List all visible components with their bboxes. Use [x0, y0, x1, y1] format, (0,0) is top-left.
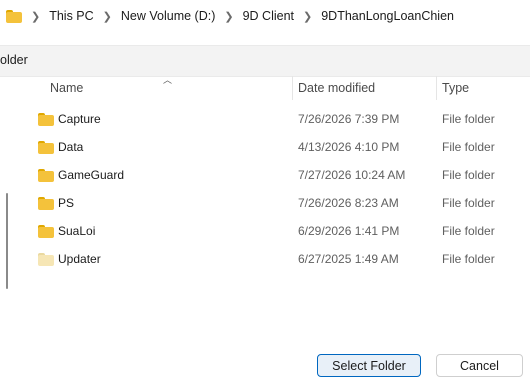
- column-header: ︿ Name Date modified Type: [18, 75, 530, 100]
- item-date: 6/27/2025 1:49 AM: [298, 252, 399, 266]
- breadcrumb-new-volume[interactable]: New Volume (D:): [121, 9, 215, 23]
- chevron-right-icon[interactable]: ❯: [103, 10, 112, 23]
- sort-ascending-icon: ︿: [163, 75, 173, 85]
- item-date: 7/27/2026 10:24 AM: [298, 168, 406, 182]
- breadcrumb-9d-client[interactable]: 9D Client: [243, 9, 294, 23]
- item-date: 4/13/2026 4:10 PM: [298, 140, 400, 154]
- folder-icon: [6, 9, 22, 23]
- list-item[interactable]: Updater 6/27/2025 1:49 AM File folder: [18, 246, 530, 272]
- item-type: File folder: [442, 140, 495, 154]
- column-type-header[interactable]: Type: [442, 81, 469, 95]
- item-type: File folder: [442, 196, 495, 210]
- select-folder-button[interactable]: Select Folder: [317, 354, 421, 377]
- item-date: 7/26/2026 7:39 PM: [298, 112, 400, 126]
- command-bar: older: [0, 45, 530, 77]
- column-name-header[interactable]: Name: [50, 81, 83, 95]
- item-date: 6/29/2026 1:41 PM: [298, 224, 400, 238]
- address-bar[interactable]: ❯ This PC ❯ New Volume (D:) ❯ 9D Client …: [0, 0, 530, 32]
- cancel-button[interactable]: Cancel: [436, 354, 523, 377]
- list-item[interactable]: GameGuard 7/27/2026 10:24 AM File folder: [18, 162, 530, 188]
- item-name: Capture: [58, 112, 101, 126]
- folder-icon: [38, 113, 54, 126]
- breadcrumb-this-pc[interactable]: This PC: [49, 9, 93, 23]
- item-type: File folder: [442, 224, 495, 238]
- item-name: SuaLoi: [58, 224, 96, 238]
- item-type: File folder: [442, 112, 495, 126]
- chevron-right-icon[interactable]: ❯: [224, 10, 233, 23]
- folder-icon: [38, 225, 54, 238]
- list-item[interactable]: SuaLoi 6/29/2026 1:41 PM File folder: [18, 218, 530, 244]
- list-item[interactable]: Capture 7/26/2026 7:39 PM File folder: [18, 106, 530, 132]
- chevron-right-icon[interactable]: ❯: [303, 10, 312, 23]
- nav-pane-scrollbar[interactable]: [6, 193, 8, 289]
- item-type: File folder: [442, 168, 495, 182]
- column-divider[interactable]: [292, 76, 293, 100]
- item-name: GameGuard: [58, 168, 125, 182]
- folder-icon: [38, 197, 54, 210]
- list-item[interactable]: Data 4/13/2026 4:10 PM File folder: [18, 134, 530, 160]
- column-divider[interactable]: [436, 76, 437, 100]
- item-date: 7/26/2026 8:23 AM: [298, 196, 399, 210]
- folder-icon: [38, 141, 54, 154]
- item-type: File folder: [442, 252, 495, 266]
- breadcrumb-current-folder[interactable]: 9DThanLongLoanChien: [321, 9, 454, 23]
- item-name: Data: [58, 140, 84, 154]
- chevron-right-icon[interactable]: ❯: [31, 10, 40, 23]
- list-item[interactable]: PS 7/26/2026 8:23 AM File folder: [18, 190, 530, 216]
- folder-icon: [38, 169, 54, 182]
- file-list: ︿ Name Date modified Type Capture 7/26/2…: [18, 75, 530, 290]
- item-name: Updater: [58, 252, 101, 266]
- folder-icon: [38, 253, 54, 266]
- column-date-header[interactable]: Date modified: [298, 81, 375, 95]
- new-folder-button[interactable]: older: [0, 53, 28, 67]
- item-name: PS: [58, 196, 75, 210]
